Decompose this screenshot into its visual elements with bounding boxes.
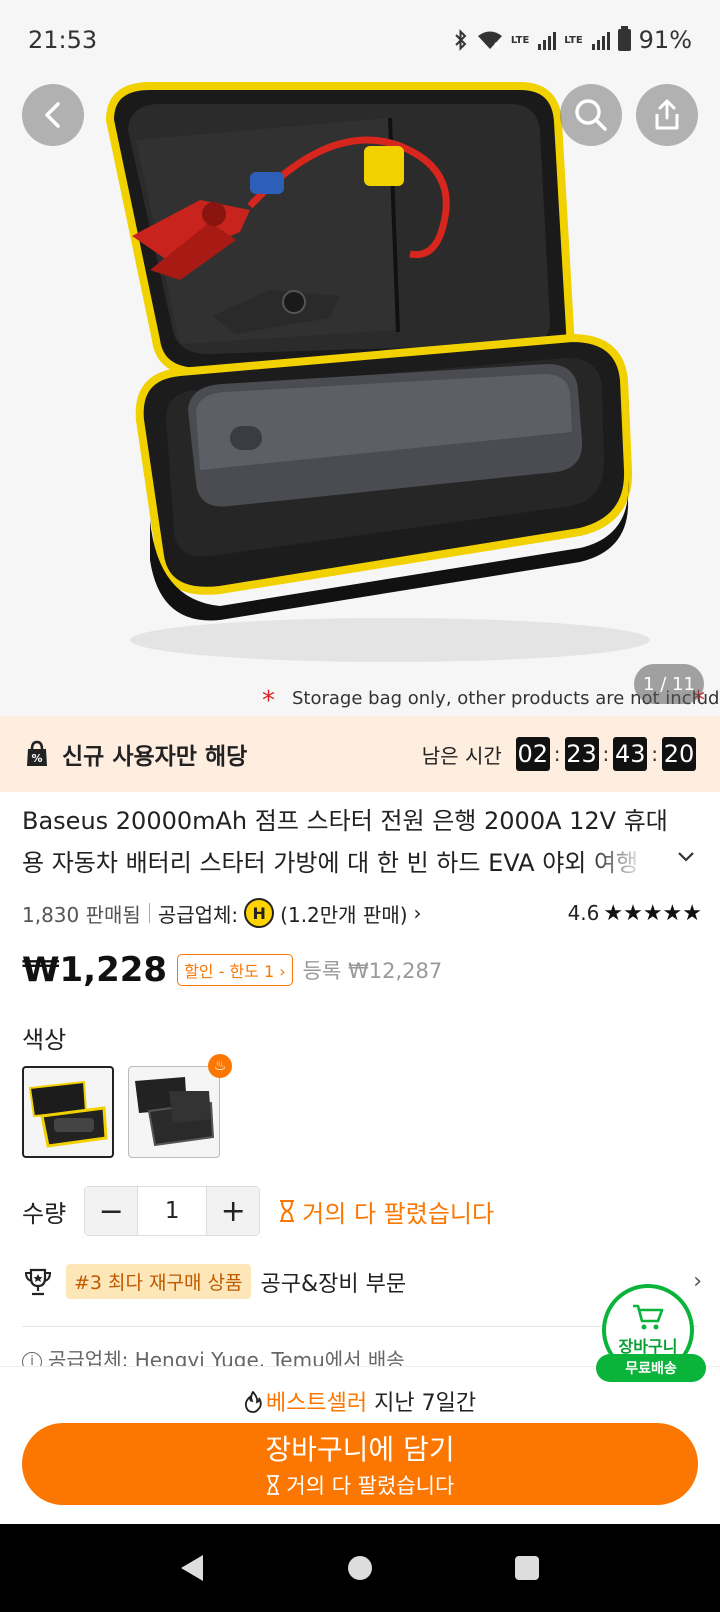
price-row: ₩1,228 할인 - 한도 1 › 등록 ₩12,287 (22, 950, 442, 990)
bluetooth-icon (455, 29, 467, 51)
swatch-image-1 (28, 1080, 108, 1148)
minus-icon: − (98, 1193, 124, 1229)
image-counter: 1 / 11 (634, 664, 704, 704)
free-shipping-badge: 무료배송 (596, 1354, 706, 1382)
wifi-icon (477, 31, 502, 49)
lte-label-1: LTE (510, 34, 530, 46)
product-image-carousel[interactable]: * Storage bag only, other products are n… (0, 0, 720, 716)
add-to-cart-sub: 거의 다 팔렸습니다 (266, 1470, 455, 1500)
trophy-icon (24, 1268, 52, 1295)
timer-label: 남은 시간 (421, 743, 502, 768)
quantity-value[interactable]: 1 (137, 1187, 208, 1235)
search-icon (575, 99, 607, 131)
plus-icon: + (220, 1193, 246, 1229)
rating[interactable]: 4.6 ★★★★★ (568, 901, 702, 926)
new-user-promo-banner: % 신규 사용자만 해당 남은 시간 02 : 23 : 43 : 20 (0, 716, 720, 792)
battery-percent: 91% (638, 26, 692, 54)
timer-minutes: 23 (564, 737, 599, 771)
discount-bag-icon: % (27, 740, 47, 766)
flame-icon (244, 1390, 262, 1413)
lte-label-2: LTE (564, 34, 583, 46)
rank-category: 공구&장비 부문 (260, 1271, 407, 1297)
chevron-left-icon (45, 102, 60, 128)
nav-recents-icon[interactable] (513, 1554, 541, 1582)
product-title[interactable]: Baseus 20000mAh 점프 스타터 전원 은행 2000A 12V 휴… (22, 800, 672, 884)
bestseller-period: 지난 7일간 (374, 1391, 477, 1416)
status-icons: LTE LTE 91% (453, 26, 692, 54)
star-rating-icon: ★★★★★ (603, 900, 702, 926)
bestseller-notice: 베스트셀러 지난 7일간 (0, 1385, 720, 1417)
sold-count: 1,830 판매됨 (22, 902, 141, 927)
quantity-label: 수량 (22, 1199, 67, 1228)
add-to-cart-sub-text: 거의 다 팔렸습니다 (286, 1474, 455, 1498)
fire-icon: ♨ (208, 1054, 232, 1078)
current-price: ₩1,228 (22, 950, 168, 990)
increase-button[interactable]: + (207, 1187, 260, 1235)
discount-limit-tag[interactable]: 할인 - 한도 1 › (177, 954, 293, 986)
chevron-right-icon: › (413, 901, 422, 925)
promo-label: 신규 사용자만 해당 (62, 744, 248, 770)
signal-icon-2 (591, 30, 610, 50)
floating-cart-button[interactable]: 장바구니 무료배송 (596, 1284, 706, 1384)
swatch-image-2 (135, 1077, 215, 1147)
color-option-black[interactable] (128, 1066, 220, 1158)
share-button[interactable] (636, 84, 698, 146)
rank-badge: #3 최다 재구매 상품 (66, 1264, 251, 1299)
search-button[interactable] (560, 84, 622, 146)
color-label: 색상 (22, 1026, 67, 1054)
cart-icon (633, 1304, 664, 1330)
status-time: 21:53 (28, 26, 98, 54)
bestseller-label: 베스트셀러 (265, 1391, 368, 1416)
supplier-label: 공급업체: (157, 902, 239, 927)
hourglass-icon (280, 1200, 295, 1222)
timer-centiseconds: 20 (662, 737, 696, 771)
supplier-link[interactable]: 공급업체: H (1.2만개 판매) › (158, 898, 422, 928)
color-option-yellow[interactable] (22, 1066, 114, 1158)
add-to-cart-button[interactable]: 장바구니에 담기 거의 다 팔렸습니다 (22, 1423, 698, 1505)
supplier-sales: (1.2만개 판매) (280, 902, 408, 927)
countdown-timer: 남은 시간 02 : 23 : 43 : 20 (422, 737, 696, 771)
status-bar: 21:53 LTE LTE 91% (0, 0, 720, 80)
supplier-line: 공급업체: Hengyi Yuge. Temu에서 배송 (48, 1348, 405, 1366)
quantity-stepper: − 1 + (84, 1186, 261, 1236)
add-to-cart-label: 장바구니에 담기 (265, 1433, 455, 1466)
supplier-shipping-info: i 공급업체: Hengyi Yuge. Temu에서 배송 (22, 1344, 405, 1366)
expand-title-chevron-icon[interactable] (676, 850, 696, 864)
timer-seconds: 43 (613, 737, 648, 771)
almost-sold-text: 거의 다 팔렸습니다 (302, 1199, 495, 1228)
info-icon: i (22, 1351, 42, 1366)
battery-icon (617, 26, 631, 51)
hourglass-icon (266, 1475, 279, 1495)
svg-text:%: % (31, 752, 42, 765)
nav-home-icon[interactable] (346, 1554, 374, 1582)
back-button[interactable] (22, 84, 84, 146)
signal-icon-1 (538, 30, 557, 50)
decrease-button[interactable]: − (85, 1187, 138, 1235)
share-icon (655, 99, 679, 130)
sales-and-supplier-row: 1,830 판매됨 공급업체: H (1.2만개 판매) › 4.6 ★★★★★ (22, 898, 702, 928)
quantity-row: 수량 − 1 + 거의 다 팔렸습니다 (22, 1186, 494, 1236)
caption-star-left: * (262, 686, 275, 716)
rating-value: 4.6 (567, 901, 600, 925)
original-price: 등록 ₩12,287 (302, 959, 443, 983)
timer-hours: 02 (515, 737, 550, 771)
system-navigation-bar (0, 1524, 720, 1612)
bottom-action-bar: 베스트셀러 지난 7일간 장바구니에 담기 거의 다 팔렸습니다 (0, 1366, 720, 1524)
almost-sold-out-notice: 거의 다 팔렸습니다 (278, 1194, 494, 1229)
nav-back-icon[interactable] (179, 1553, 207, 1583)
supplier-logo: H (244, 898, 275, 928)
